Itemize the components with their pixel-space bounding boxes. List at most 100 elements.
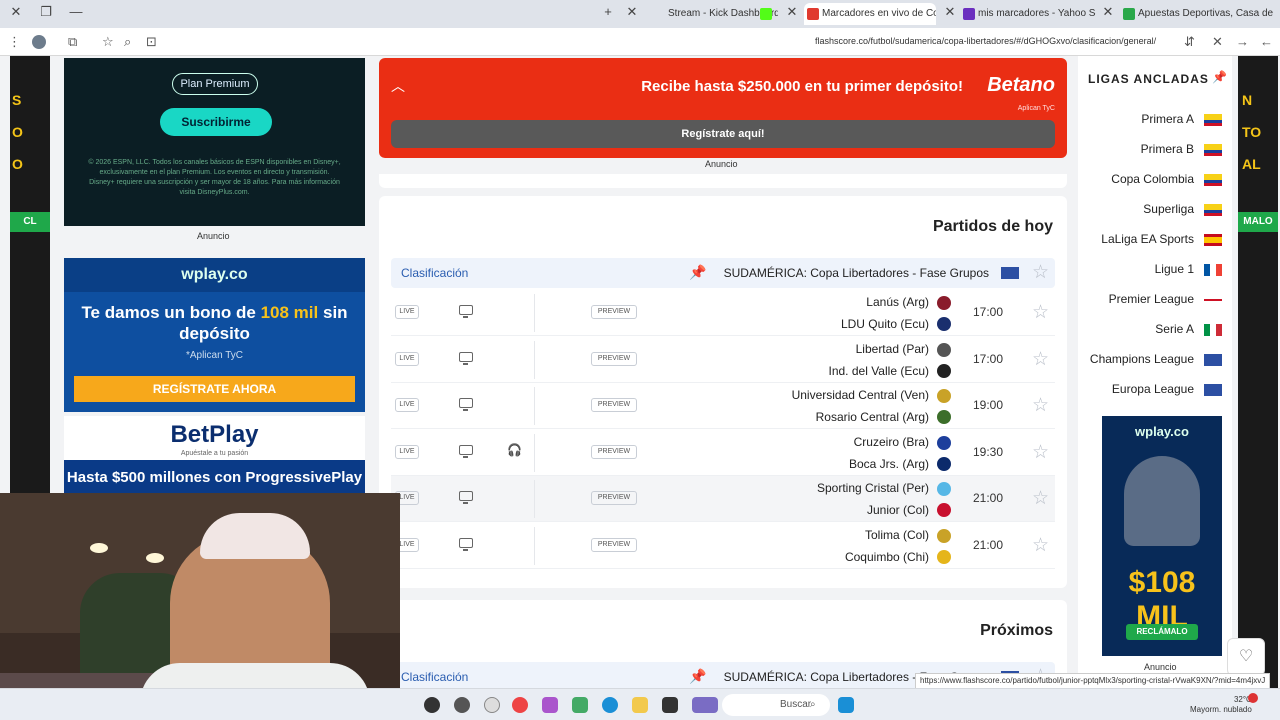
live-stream-badge[interactable]: LIVE bbox=[395, 305, 419, 319]
pinned-league-item[interactable]: Copa Colombia bbox=[1111, 172, 1194, 186]
restore-window-icon[interactable]: ❐ bbox=[36, 4, 56, 20]
file-explorer-icon[interactable] bbox=[632, 697, 648, 713]
match-row[interactable]: ☆ 21:00 Sporting Cristal (Per) Junior (Col)… bbox=[391, 476, 1055, 523]
close-tab-icon[interactable]: ✕ bbox=[1098, 4, 1118, 20]
pinned-league-item[interactable]: LaLiga EA Sports bbox=[1101, 232, 1194, 246]
app-icon[interactable] bbox=[424, 697, 440, 713]
live-stream-badge[interactable]: LIVE bbox=[395, 351, 419, 366]
app-icon[interactable] bbox=[454, 697, 470, 713]
minimize-window-icon[interactable]: — bbox=[66, 4, 86, 19]
tv-broadcast-icon[interactable] bbox=[459, 444, 473, 458]
preview-badge[interactable]: PREVIEW bbox=[591, 398, 637, 413]
profile-avatar[interactable] bbox=[32, 35, 46, 49]
edge-icon[interactable] bbox=[602, 697, 618, 713]
favorite-match-star-icon[interactable]: ☆ bbox=[1032, 441, 1049, 464]
pinned-league-item[interactable]: Champions League bbox=[1090, 352, 1194, 366]
preview-badge[interactable]: PREVIEW bbox=[591, 351, 637, 366]
pinned-league-item[interactable]: Europa League bbox=[1112, 382, 1194, 396]
taskbar-search[interactable]: Buscar ⌕ bbox=[722, 694, 830, 716]
match-row[interactable]: ☆ 19:00 Universidad Central (Ven) Rosario C… bbox=[391, 383, 1055, 430]
pin-league-icon[interactable]: 📌 bbox=[689, 668, 706, 685]
pinned-league-item[interactable]: Premier League bbox=[1109, 292, 1194, 306]
widgets-icon[interactable] bbox=[692, 697, 718, 713]
url-field[interactable]: flashscore.co/futbol/sudamerica/copa-lib… bbox=[815, 36, 1156, 46]
row-divider bbox=[534, 433, 535, 472]
tv-broadcast-icon[interactable] bbox=[459, 538, 473, 551]
collapse-chevron-icon[interactable]: ︿ bbox=[391, 76, 405, 96]
tab-kick[interactable]: Stream - Kick Dashboard bbox=[650, 3, 778, 25]
pinned-league-item[interactable]: Primera B bbox=[1141, 142, 1194, 156]
match-row[interactable]: ☆ 17:00 Lanús (Arg) LDU Quito (Ecu) PREVIEW L… bbox=[391, 290, 1055, 336]
favorite-match-star-icon[interactable]: ☆ bbox=[1032, 534, 1049, 557]
favorite-match-star-icon[interactable]: ☆ bbox=[1032, 487, 1049, 510]
start-icon[interactable] bbox=[838, 697, 854, 713]
standings-link[interactable]: Clasificación bbox=[401, 266, 468, 280]
audio-commentary-icon[interactable]: 🎧 bbox=[507, 443, 522, 457]
site-settings-icon[interactable]: ⇵ bbox=[1184, 34, 1195, 50]
match-row[interactable]: ☆ 19:30 Cruzeiro (Bra) Boca Jrs. (Arg) PREVI… bbox=[391, 430, 1055, 476]
forward-icon[interactable]: → bbox=[1236, 34, 1249, 49]
espn-disney-ad[interactable]: Plan Premium Suscribirme © 2026 ESPN, LL… bbox=[64, 58, 365, 226]
tv-broadcast-icon[interactable] bbox=[459, 491, 473, 505]
plan-premium-pill: Plan Premium bbox=[172, 73, 258, 95]
menu-dots-icon[interactable]: ⋮ bbox=[8, 34, 21, 50]
pinned-league-item[interactable]: Ligue 1 bbox=[1155, 262, 1194, 276]
tab-apuestas[interactable]: Apuestas Deportivas, Casa de bbox=[1120, 3, 1280, 25]
home-team-logo bbox=[937, 435, 951, 450]
live-stream-badge[interactable]: LIVE bbox=[395, 398, 419, 413]
app-icon[interactable] bbox=[484, 697, 500, 713]
register-now-button[interactable]: REGÍSTRATE AHORA bbox=[74, 376, 355, 402]
chrome-icon[interactable] bbox=[512, 697, 528, 713]
live-stream-badge[interactable]: LIVE bbox=[395, 444, 419, 459]
copilot-icon[interactable] bbox=[542, 697, 558, 713]
preview-badge[interactable]: PREVIEW bbox=[591, 444, 637, 459]
extensions-icon[interactable]: ⧉ bbox=[68, 34, 77, 50]
favorite-league-star-icon[interactable]: ☆ bbox=[1032, 261, 1049, 284]
store-icon[interactable] bbox=[572, 697, 588, 713]
tab-flashscore[interactable]: Marcadores en vivo de Copa L bbox=[804, 3, 936, 25]
wplay-sidebar-ad[interactable]: wplay.co $108 MIL RECLÁMALO bbox=[1102, 416, 1222, 656]
close-tab-icon[interactable]: ✕ bbox=[622, 4, 642, 20]
weather-widget[interactable]: 32°C Mayorm. nublado bbox=[1190, 695, 1252, 715]
tv-broadcast-icon[interactable] bbox=[459, 351, 473, 365]
install-app-icon[interactable]: ⊡ bbox=[146, 34, 157, 50]
app-icon[interactable] bbox=[662, 697, 678, 713]
back-icon[interactable]: ← bbox=[1260, 34, 1273, 49]
standings-link[interactable]: Clasificación bbox=[401, 670, 468, 684]
right-side-banner[interactable]: N TO AL MALO bbox=[1238, 56, 1278, 688]
bookmark-star-icon[interactable]: ☆ bbox=[102, 34, 114, 50]
tab-yahoo[interactable]: mis marcadores - Yahoo Search bbox=[960, 3, 1096, 25]
preview-badge[interactable]: PREVIEW bbox=[591, 491, 637, 506]
zoom-icon[interactable]: ⌕ bbox=[124, 34, 131, 50]
favorite-match-star-icon[interactable]: ☆ bbox=[1032, 301, 1049, 324]
favorites-heart-icon[interactable]: ♡ bbox=[1227, 638, 1265, 676]
stop-loading-icon[interactable]: ✕ bbox=[1212, 34, 1223, 50]
pinned-league-item[interactable]: Serie A bbox=[1155, 322, 1194, 336]
close-window-icon[interactable]: ✕ bbox=[6, 4, 26, 20]
preview-badge[interactable]: PREVIEW bbox=[591, 305, 637, 319]
register-here-button[interactable]: Regístrate aquí! bbox=[391, 120, 1055, 148]
tv-broadcast-icon[interactable] bbox=[459, 398, 473, 412]
betplay-ad[interactable]: BetPlay Apuéstale a tu pasión Hasta $500… bbox=[64, 416, 365, 496]
wplay-ad[interactable]: wplay.co Te damos un bono de 108 mil sin… bbox=[64, 258, 365, 412]
preview-badge[interactable]: PREVIEW bbox=[591, 538, 637, 552]
betano-promo-banner[interactable]: ︿ Betano Recibe hasta $250.000 en tu pri… bbox=[379, 58, 1067, 158]
favorite-match-star-icon[interactable]: ☆ bbox=[1032, 348, 1049, 371]
away-team-name: Boca Jrs. (Arg) bbox=[848, 456, 929, 471]
pinned-league-item[interactable]: Superliga bbox=[1143, 202, 1194, 216]
home-team-name: Cruzeiro (Bra) bbox=[853, 434, 929, 449]
new-tab-icon[interactable]: + bbox=[598, 4, 618, 19]
subscribe-button[interactable]: Suscribirme bbox=[160, 108, 272, 136]
favorite-match-star-icon[interactable]: ☆ bbox=[1032, 394, 1049, 417]
pinned-league-item[interactable]: Primera A bbox=[1141, 112, 1194, 126]
claim-button[interactable]: RECLÁMALO bbox=[1126, 624, 1198, 640]
tv-broadcast-icon[interactable] bbox=[459, 305, 473, 318]
col-flag-icon bbox=[1204, 114, 1222, 126]
close-tab-icon[interactable]: ✕ bbox=[782, 4, 802, 20]
pin-league-icon[interactable]: 📌 bbox=[689, 264, 706, 281]
match-row[interactable]: ☆ 21:00 Tolima (Col) Coquimbo (Chi) PREVIEW L… bbox=[391, 523, 1055, 569]
betplay-favicon-icon bbox=[1123, 8, 1135, 20]
league-name[interactable]: SUDAMÉRICA: Copa Libertadores - Fase Gru… bbox=[724, 266, 989, 280]
match-row[interactable]: ☆ 17:00 Libertad (Par) Ind. del Valle (Ecu)… bbox=[391, 337, 1055, 383]
close-tab-icon[interactable]: ✕ bbox=[940, 4, 960, 20]
